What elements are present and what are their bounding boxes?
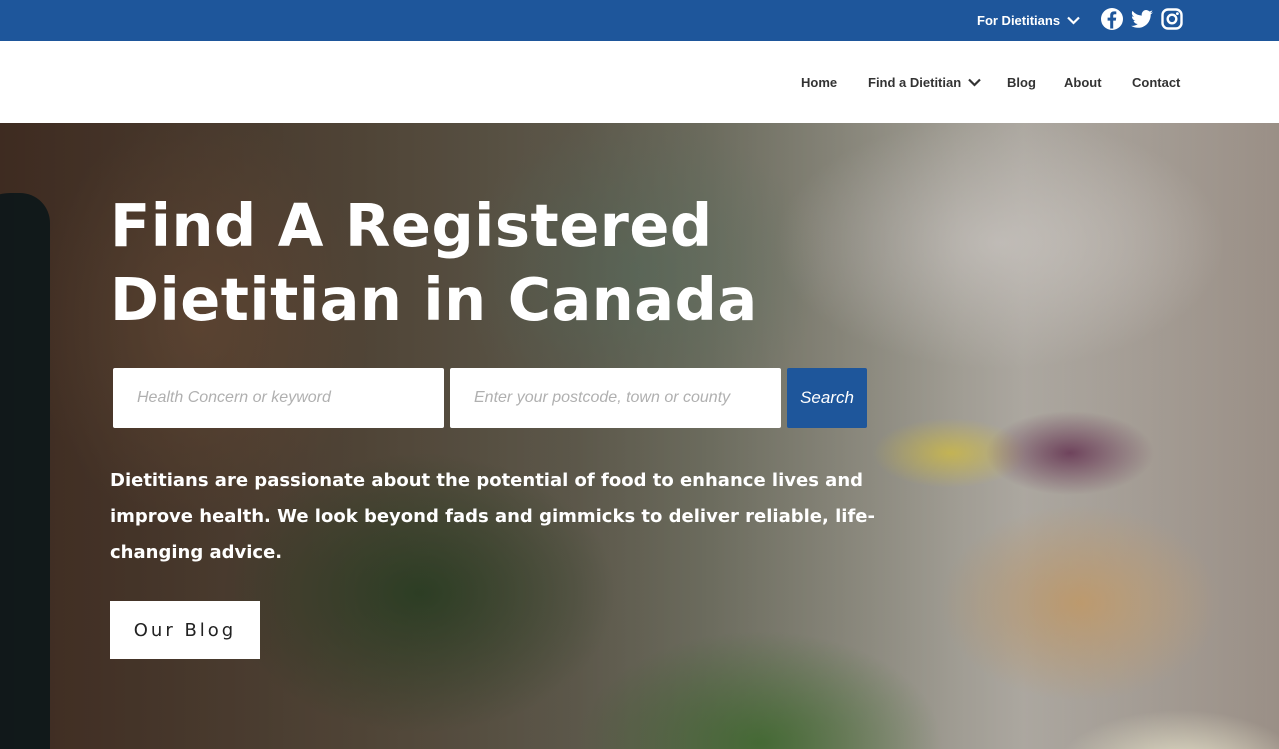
nav-item-label: About	[1064, 74, 1102, 90]
chevron-down-icon	[968, 75, 981, 90]
hero-title-line-1: Find A Registered	[110, 191, 713, 260]
hero-section: Find A Registered Dietitian in Canada Se…	[0, 123, 1279, 749]
main-navigation: Home Find a Dietitian Blog About Contact	[0, 41, 1279, 123]
search-button[interactable]: Search	[787, 368, 867, 428]
location-search-input[interactable]	[450, 368, 781, 428]
nav-item-home[interactable]: Home	[801, 73, 837, 91]
nav-item-find-a-dietitian[interactable]: Find a Dietitian	[868, 73, 981, 91]
nav-item-blog[interactable]: Blog	[1007, 73, 1036, 91]
for-dietitians-label: For Dietitians	[977, 12, 1061, 28]
nav-item-label: Contact	[1132, 74, 1181, 90]
nav-item-label: Home	[801, 74, 838, 90]
hero-description: Dietitians are passionate about the pote…	[110, 470, 875, 563]
nav-item-about[interactable]: About	[1064, 73, 1102, 91]
instagram-icon[interactable]	[1160, 7, 1184, 31]
top-utility-bar: For Dietitians	[0, 0, 1279, 41]
chevron-down-icon	[1067, 16, 1080, 25]
hero-title-line-2: Dietitian in Canada	[110, 265, 758, 334]
twitter-icon[interactable]	[1130, 7, 1154, 31]
nav-item-label: Find a Dietitian	[868, 74, 962, 90]
for-dietitians-dropdown[interactable]: For Dietitians	[977, 11, 1080, 29]
our-blog-button[interactable]: Our Blog	[110, 601, 260, 659]
facebook-icon[interactable]	[1100, 7, 1124, 31]
keyword-search-input[interactable]	[113, 368, 444, 428]
nav-item-contact[interactable]: Contact	[1132, 73, 1180, 91]
nav-item-label: Blog	[1007, 74, 1036, 90]
hero-title: Find A Registered Dietitian in Canada	[110, 189, 810, 337]
